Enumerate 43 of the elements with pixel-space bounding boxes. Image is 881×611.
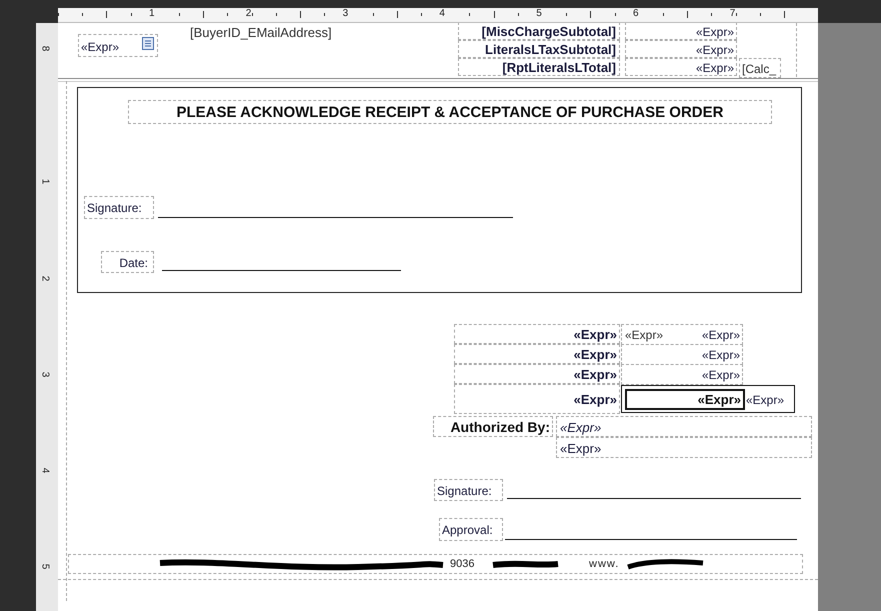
signature-label[interactable]: Signature: (84, 196, 154, 219)
subtotal-label-field[interactable]: [RptLiteralsLTotal] (458, 58, 620, 76)
ruler-number: 4 (438, 8, 446, 19)
subtotal-label-field[interactable]: [MiscChargeSubtotal] (458, 23, 620, 40)
expr-field[interactable]: «Expr» (556, 437, 812, 458)
expr-field[interactable]: «Expr» (78, 34, 158, 57)
authorized-by-label[interactable]: Authorized By: (433, 416, 553, 437)
calc-field[interactable]: [Calc_ (739, 58, 781, 78)
expr-field[interactable]: «Expr» (745, 390, 791, 410)
ruler-number: 4 (39, 468, 50, 474)
expr-field[interactable]: «Expr» (621, 364, 743, 385)
footer-field[interactable] (68, 554, 803, 574)
selected-expr-field[interactable]: «Expr» (625, 389, 745, 410)
ruler-number: 5 (535, 8, 543, 19)
ruler-number: 5 (39, 564, 50, 570)
ruler-number: 3 (342, 8, 350, 19)
footer-text: 9036 (450, 558, 474, 570)
total-label-field[interactable]: «Expr» (454, 364, 620, 384)
date-label[interactable]: Date: (101, 251, 154, 273)
subtotal-label-field[interactable]: LiteralsLTaxSubtotal] (458, 40, 620, 58)
ruler-number: 2 (39, 276, 50, 282)
total-label-field[interactable]: «Expr» (454, 384, 620, 414)
expr-field[interactable]: «Expr» (621, 344, 743, 365)
expr-field[interactable]: «Expr» (625, 23, 737, 40)
ruler-number: 1 (148, 8, 156, 19)
ruler-number: 1 (39, 178, 50, 184)
ruler-number: 7 (728, 8, 736, 19)
ruler-number: 2 (244, 8, 252, 19)
total-label-field[interactable]: «Expr» (454, 324, 620, 344)
expr-field[interactable]: «Expr» (625, 58, 737, 76)
footer-text: www. (589, 558, 620, 570)
approval-label[interactable]: Approval: (439, 518, 503, 541)
signature-label[interactable]: Signature: (434, 479, 503, 501)
expr-field[interactable]: «Expr» (556, 416, 812, 437)
acknowledgement-title[interactable]: PLEASE ACKNOWLEDGE RECEIPT & ACCEPTANCE OF PURCHASE ORDER (128, 100, 772, 124)
total-label-field[interactable]: «Expr» (454, 344, 620, 364)
overlapping-expr-field[interactable]: «Expr» (625, 328, 664, 342)
email-field[interactable]: [BuyerID_EMailAddress] (188, 23, 334, 42)
ruler-number: 8 (39, 46, 50, 52)
ruler-number: 6 (632, 8, 640, 19)
document-icon (142, 37, 154, 50)
expr-field[interactable]: «Expr» (625, 40, 737, 58)
ruler-number: 3 (39, 372, 50, 378)
